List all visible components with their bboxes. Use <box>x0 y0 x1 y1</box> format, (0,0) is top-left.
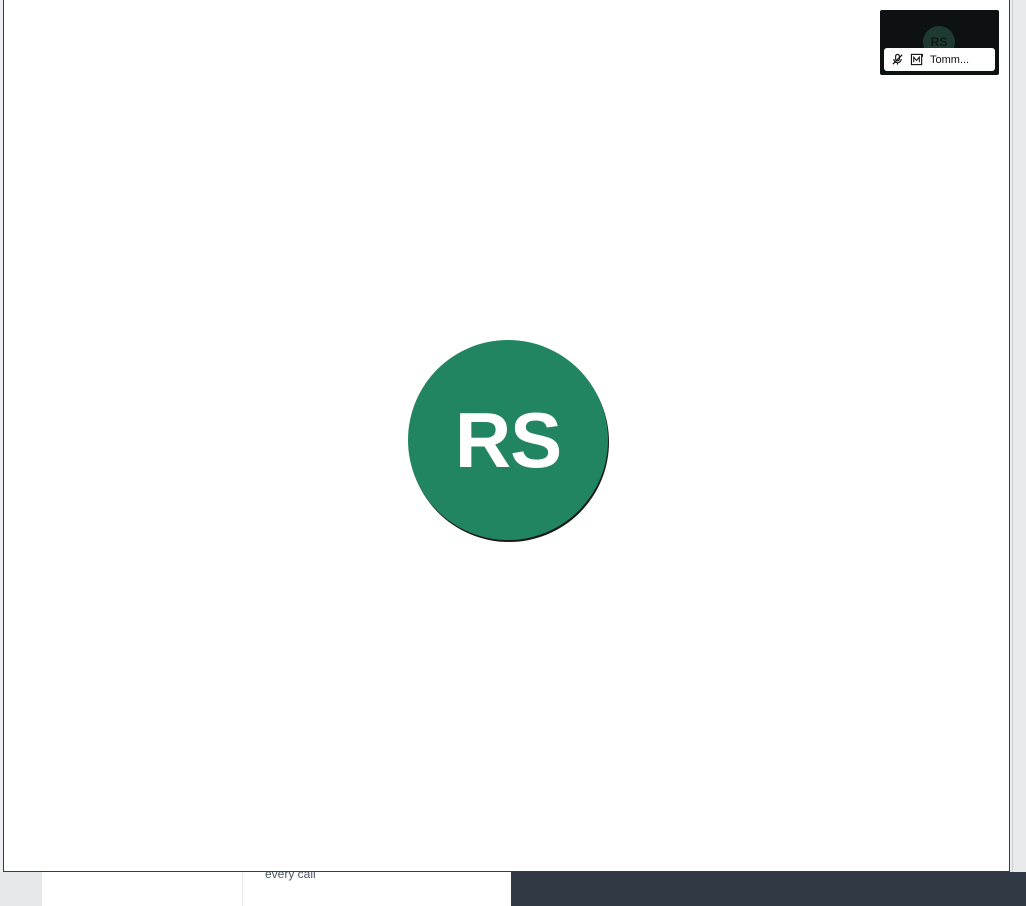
background-app: every call <box>0 867 1026 906</box>
background-sidebar <box>0 872 42 906</box>
self-name-label: Tomm... <box>930 53 970 66</box>
screen-share-icon[interactable] <box>910 53 924 67</box>
background-dark-panel <box>511 872 1026 906</box>
background-list-panel <box>42 872 243 906</box>
mic-off-icon[interactable] <box>890 53 904 67</box>
screen: every call RS RS Tomm... <box>0 0 1026 906</box>
remote-participant-initials: RS <box>454 395 562 484</box>
background-right-edge <box>1012 0 1026 872</box>
remote-participant-avatar: RS <box>408 340 608 540</box>
background-content-panel: every call <box>243 867 511 906</box>
self-initials: RS <box>930 35 948 49</box>
self-view-thumbnail[interactable]: RS Tomm... <box>880 10 999 75</box>
call-window[interactable]: RS RS Tomm... <box>3 0 1010 872</box>
self-view-status-bar: Tomm... <box>884 48 995 71</box>
